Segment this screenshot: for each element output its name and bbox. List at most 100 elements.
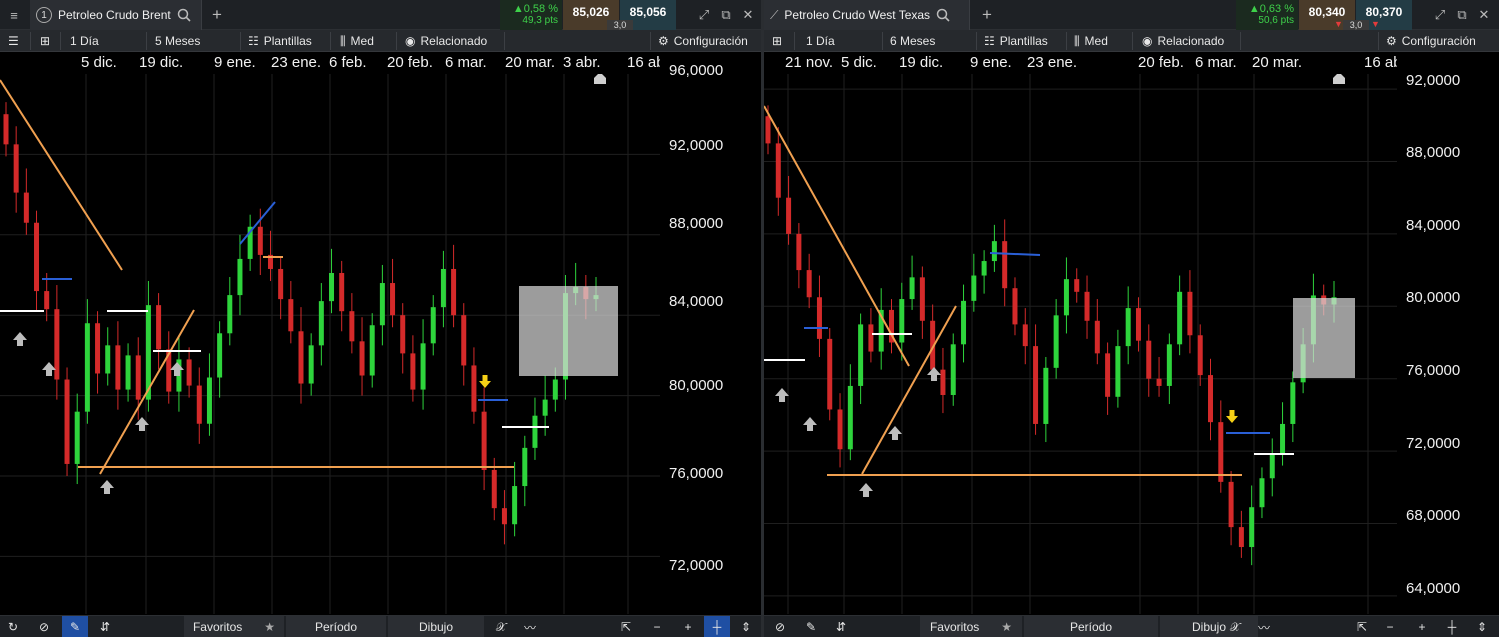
price-axis[interactable]: 92,0000 88,0000 84,0000 80,0000 76,0000 …	[1397, 52, 1499, 615]
chart-type-icon[interactable]: 〰	[1252, 616, 1276, 637]
candle-body	[1022, 324, 1028, 347]
candlestick-chart[interactable]	[0, 74, 660, 614]
price-tick: 72,0000	[669, 557, 724, 574]
candle-body	[940, 369, 946, 395]
refresh-icon[interactable]: ↻	[2, 616, 24, 637]
search-icon[interactable]	[177, 8, 191, 22]
list-icon[interactable]: ☰	[8, 30, 19, 52]
candle-body	[54, 309, 60, 380]
close-icon[interactable]: ✕	[1474, 0, 1494, 30]
period-select[interactable]: 5 Meses	[155, 30, 200, 52]
zoom-in-icon[interactable]: +	[676, 616, 700, 637]
templates-button[interactable]: ☷ Plantillas	[984, 30, 1048, 52]
zoom-in-icon[interactable]: +	[1410, 616, 1434, 637]
layout-grid-icon[interactable]: ⊞	[772, 30, 782, 52]
settings-button[interactable]: ⚙ Configuración	[658, 30, 748, 52]
candle-body	[1115, 346, 1121, 397]
candle-body	[542, 399, 548, 416]
indicator-icon[interactable]: 𝒳	[490, 616, 512, 637]
price-type-button[interactable]: ⫼ Med	[340, 30, 374, 52]
up-arrow-icon	[135, 417, 149, 431]
close-icon[interactable]: ✕	[738, 0, 758, 30]
candle-body	[552, 379, 558, 400]
date-tick: 6 mar.	[1195, 54, 1237, 71]
fit-icon[interactable]: ⇕	[1470, 616, 1494, 637]
search-icon[interactable]	[936, 8, 950, 22]
price-tick: 80,0000	[1406, 289, 1461, 306]
instrument-tab[interactable]: ⟋ Petroleo Crudo West Texas	[764, 0, 970, 30]
templates-button[interactable]: ☷ Plantillas	[248, 30, 312, 52]
indicator-icon[interactable]: 𝒳	[1224, 616, 1246, 637]
candle-body	[1249, 507, 1255, 548]
clear-icon[interactable]: ⊘	[32, 616, 56, 637]
period-button[interactable]: Período	[1024, 616, 1158, 637]
date-tick: 20 mar.	[505, 54, 556, 71]
candle-body	[471, 365, 477, 412]
price-type-button[interactable]: ⫼ Med	[1074, 30, 1108, 52]
sort-arrows-icon[interactable]: ⇵	[92, 616, 118, 637]
candle-body	[1228, 481, 1234, 528]
menu-icon[interactable]: ≡	[0, 0, 28, 30]
candle-body	[919, 277, 925, 321]
favorites-button[interactable]: Favoritos ★	[184, 616, 284, 637]
change-indicator: ▲0,58 % 49,3 pts	[500, 0, 562, 30]
drawing-button[interactable]: Dibujo	[388, 616, 484, 637]
price-tick: 92,0000	[1406, 72, 1461, 89]
add-tab-icon[interactable]: +	[974, 0, 1000, 30]
star-icon: ★	[264, 620, 276, 634]
up-arrow-icon	[170, 362, 184, 376]
candle-body	[796, 233, 802, 271]
candle-body	[1012, 288, 1018, 325]
interval-select[interactable]: 1 Día	[806, 30, 835, 52]
zoom-out-icon[interactable]: −	[645, 616, 669, 637]
chart-panel-brent[interactable]: ≡ 1 Petroleo Crudo Brent + ▲0,58 % 49,3 …	[0, 0, 761, 637]
down-arrow-icon: ▼	[1371, 19, 1380, 29]
popout-icon[interactable]: ⧉	[716, 0, 736, 30]
plot-area[interactable]	[0, 74, 660, 614]
crosshair-icon[interactable]: ┼	[1440, 616, 1464, 637]
date-tick: 21 nov.	[785, 54, 834, 71]
candle-body	[64, 379, 70, 464]
period-select[interactable]: 6 Meses	[890, 30, 935, 52]
line-chart-icon: ⟋	[770, 7, 779, 22]
zoom-out-icon[interactable]: −	[1378, 616, 1402, 637]
templates-icon: ☷	[248, 34, 259, 48]
candle-body	[1208, 375, 1214, 423]
expand-icon[interactable]: ⤢	[1430, 0, 1450, 30]
crosshair-move-icon[interactable]: ⇱	[1350, 616, 1374, 637]
crosshair-icon[interactable]: ┼	[704, 616, 730, 637]
candlestick-chart[interactable]	[764, 74, 1397, 614]
related-button[interactable]: ◉ Relacionado	[1142, 30, 1224, 52]
candle-body	[44, 291, 50, 310]
pencil-icon[interactable]: ✎	[62, 616, 88, 637]
plot-area[interactable]	[764, 74, 1397, 614]
price-axis[interactable]: 96,0000 92,0000 88,0000 84,0000 80,0000 …	[660, 52, 761, 615]
date-tick: 23 ene.	[271, 54, 322, 71]
candle-body	[1187, 291, 1193, 336]
chart-panel-wti[interactable]: ⟋ Petroleo Crudo West Texas + ▲0,63 % 50…	[764, 0, 1499, 637]
candle-body	[369, 325, 375, 376]
settings-button[interactable]: ⚙ Configuración	[1386, 30, 1476, 52]
chart-toolbar: ☰ ⊞ 1 Día 5 Meses ☷ Plantillas ⫼ Med ◉ Rela…	[0, 30, 761, 52]
clear-icon[interactable]: ⊘	[768, 616, 792, 637]
crosshair-move-icon[interactable]: ⇱	[614, 616, 638, 637]
period-button[interactable]: Período	[286, 616, 386, 637]
popout-icon[interactable]: ⧉	[1452, 0, 1472, 30]
fit-icon[interactable]: ⇕	[734, 616, 758, 637]
instrument-tab[interactable]: 1 Petroleo Crudo Brent	[30, 0, 202, 30]
add-tab-icon[interactable]: +	[204, 0, 230, 30]
star-icon: ★	[1001, 620, 1013, 634]
favorites-button[interactable]: Favoritos ★	[920, 616, 1022, 637]
layout-grid-icon[interactable]: ⊞	[40, 30, 50, 52]
sort-arrows-icon[interactable]: ⇵	[828, 616, 854, 637]
chart-type-icon[interactable]: 〰	[518, 616, 542, 637]
pencil-icon[interactable]: ✎	[798, 616, 824, 637]
date-tick: 19 dic.	[899, 54, 944, 71]
candle-body	[318, 301, 324, 346]
gear-icon: ⚙	[658, 34, 669, 48]
candle-body	[858, 324, 864, 386]
expand-icon[interactable]: ⤢	[694, 0, 714, 30]
related-button[interactable]: ◉ Relacionado	[405, 30, 487, 52]
spread-value: 3,0	[607, 20, 633, 30]
interval-select[interactable]: 1 Día	[70, 30, 99, 52]
